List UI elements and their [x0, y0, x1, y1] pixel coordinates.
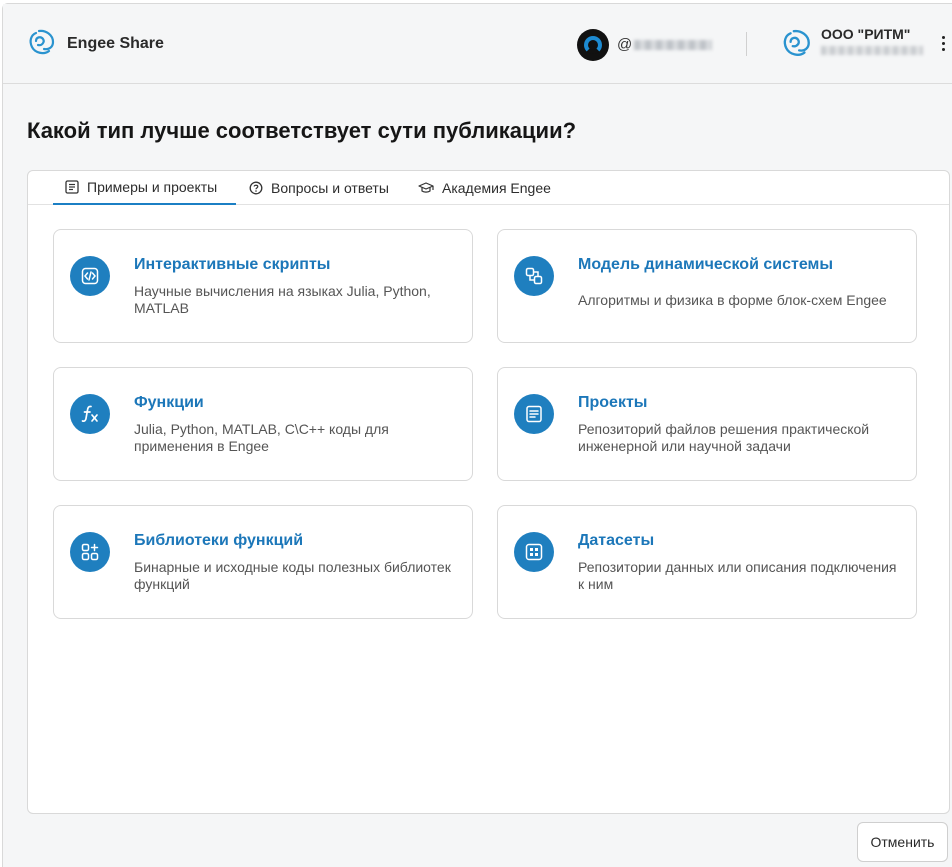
more-menu-icon[interactable]: [941, 36, 947, 54]
card-description: Репозитории данных или описания подключе…: [578, 559, 897, 592]
app-window: Engee Share @ ООО "РИТМ" Какой тип лучше…: [2, 3, 952, 867]
page-title: Какой тип лучше соответствует сути публи…: [27, 118, 577, 143]
user-avatar[interactable]: [577, 29, 609, 61]
card-description: Бинарные и исходные коды полезных библио…: [134, 559, 451, 592]
library-icon: [70, 532, 110, 572]
card-interactive-scripts[interactable]: Интерактивные скрипты Научные вычисления…: [53, 229, 473, 343]
organization-name[interactable]: ООО "РИТМ": [821, 26, 910, 42]
card-datasets[interactable]: Датасеты Репозитории данных или описания…: [497, 505, 917, 619]
username[interactable]: @: [617, 36, 713, 53]
card-title: Проекты: [578, 394, 648, 411]
card-title: Интерактивные скрипты: [134, 256, 331, 273]
card-title: Функции: [134, 394, 204, 411]
function-icon: [70, 394, 110, 434]
card-description: Научные вычисления на языках Julia, Pyth…: [134, 283, 431, 316]
card-projects[interactable]: Проекты Репозиторий файлов решения практ…: [497, 367, 917, 481]
card-dynamic-system-model[interactable]: Модель динамической системы Алгоритмы и …: [497, 229, 917, 343]
organization-sub-redacted: [821, 46, 923, 55]
card-functions[interactable]: Функции Julia, Python, MATLAB, C\C++ код…: [53, 367, 473, 481]
question-icon: [249, 181, 263, 195]
card-function-libraries[interactable]: Библиотеки функций Бинарные и исходные к…: [53, 505, 473, 619]
username-redacted: [634, 40, 713, 51]
avatar-ring-icon: [584, 36, 602, 54]
card-title: Библиотеки функций: [134, 532, 304, 549]
tab-label: Примеры и проекты: [87, 179, 218, 195]
engee-logo-icon[interactable]: [27, 28, 57, 58]
code-icon: [70, 256, 110, 296]
blocks-icon: [514, 256, 554, 296]
tab-questions-answers[interactable]: Вопросы и ответы: [237, 171, 401, 205]
graduation-cap-icon: [418, 182, 434, 193]
tab-label: Вопросы и ответы: [271, 180, 389, 196]
tab-label: Академия Engee: [442, 180, 551, 196]
card-title: Датасеты: [578, 532, 655, 549]
publication-type-panel: Примеры и проекты Вопросы и ответы Акаде…: [27, 170, 950, 814]
document-icon: [65, 180, 79, 194]
header: Engee Share @ ООО "РИТМ": [3, 4, 952, 84]
project-icon: [514, 394, 554, 434]
card-description: Репозиторий файлов решения практической …: [578, 421, 870, 454]
card-title: Модель динамической системы: [578, 256, 833, 273]
organization-logo-icon[interactable]: [781, 28, 813, 60]
tab-bar: Примеры и проекты Вопросы и ответы Акаде…: [28, 171, 949, 205]
tab-examples-projects[interactable]: Примеры и проекты: [53, 171, 236, 205]
card-description: Julia, Python, MATLAB, C\C++ коды для пр…: [134, 421, 389, 454]
cancel-button[interactable]: Отменить: [857, 822, 948, 862]
tab-engee-academy[interactable]: Академия Engee: [406, 171, 563, 205]
username-prefix: @: [617, 36, 633, 53]
card-description: Алгоритмы и физика в форме блок-схем Eng…: [578, 292, 887, 308]
dataset-icon: [514, 532, 554, 572]
app-title[interactable]: Engee Share: [67, 35, 164, 53]
header-divider: [746, 32, 747, 56]
